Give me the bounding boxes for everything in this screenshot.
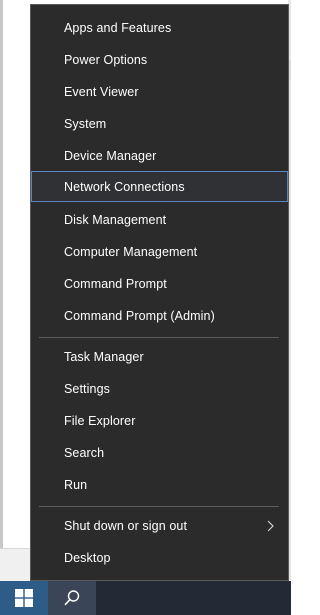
menu-item-event-viewer[interactable]: Event Viewer [31,76,288,108]
menu-item-label: Run [64,478,88,492]
menu-item-label: Network Connections [64,179,185,194]
menu-item-label: Search [64,446,105,460]
menu-item-command-prompt-admin[interactable]: Command Prompt (Admin) [31,300,288,332]
menu-item-label: Computer Management [64,245,198,259]
menu-item-power-options[interactable]: Power Options [31,44,288,76]
menu-item-desktop[interactable]: Desktop [31,542,288,574]
taskbar-search-button[interactable] [48,581,96,615]
search-icon [64,590,80,606]
menu-item-network-connections[interactable]: Network Connections [31,171,288,202]
menu-item-label: Power Options [64,53,148,67]
menu-item-task-manager[interactable]: Task Manager [31,341,288,373]
menu-item-system[interactable]: System [31,108,288,140]
menu-item-command-prompt[interactable]: Command Prompt [31,268,288,300]
menu-item-disk-management[interactable]: Disk Management [31,204,288,236]
menu-separator [39,506,279,507]
chevron-right-icon [267,520,274,532]
menu-item-settings[interactable]: Settings [31,373,288,405]
menu-separator [39,337,279,338]
menu-item-search[interactable]: Search [31,437,288,469]
menu-item-label: Settings [64,382,110,396]
menu-item-label: System [64,117,107,131]
windows-logo-icon [15,589,33,607]
menu-item-label: Event Viewer [64,85,139,99]
menu-item-label: Disk Management [64,213,167,227]
menu-item-label: Device Manager [64,149,157,163]
winx-context-menu: Apps and Features Power Options Event Vi… [30,4,289,581]
background-status-bar [0,548,30,581]
background-window-edge [0,0,3,548]
menu-item-file-explorer[interactable]: File Explorer [31,405,288,437]
menu-item-computer-management[interactable]: Computer Management [31,236,288,268]
start-button[interactable] [0,581,48,615]
menu-item-label: Command Prompt (Admin) [64,309,215,323]
menu-item-label: Shut down or sign out [64,519,188,533]
taskbar [0,581,291,615]
menu-item-label: Task Manager [64,350,144,364]
menu-item-label: Command Prompt [64,277,167,291]
menu-item-run[interactable]: Run [31,469,288,501]
menu-item-label: Apps and Features [64,21,172,35]
menu-item-apps-and-features[interactable]: Apps and Features [31,12,288,44]
menu-item-label: Desktop [64,551,111,565]
menu-item-shut-down-or-sign-out[interactable]: Shut down or sign out [31,510,288,542]
menu-item-label: File Explorer [64,414,136,428]
menu-item-device-manager[interactable]: Device Manager [31,140,288,172]
